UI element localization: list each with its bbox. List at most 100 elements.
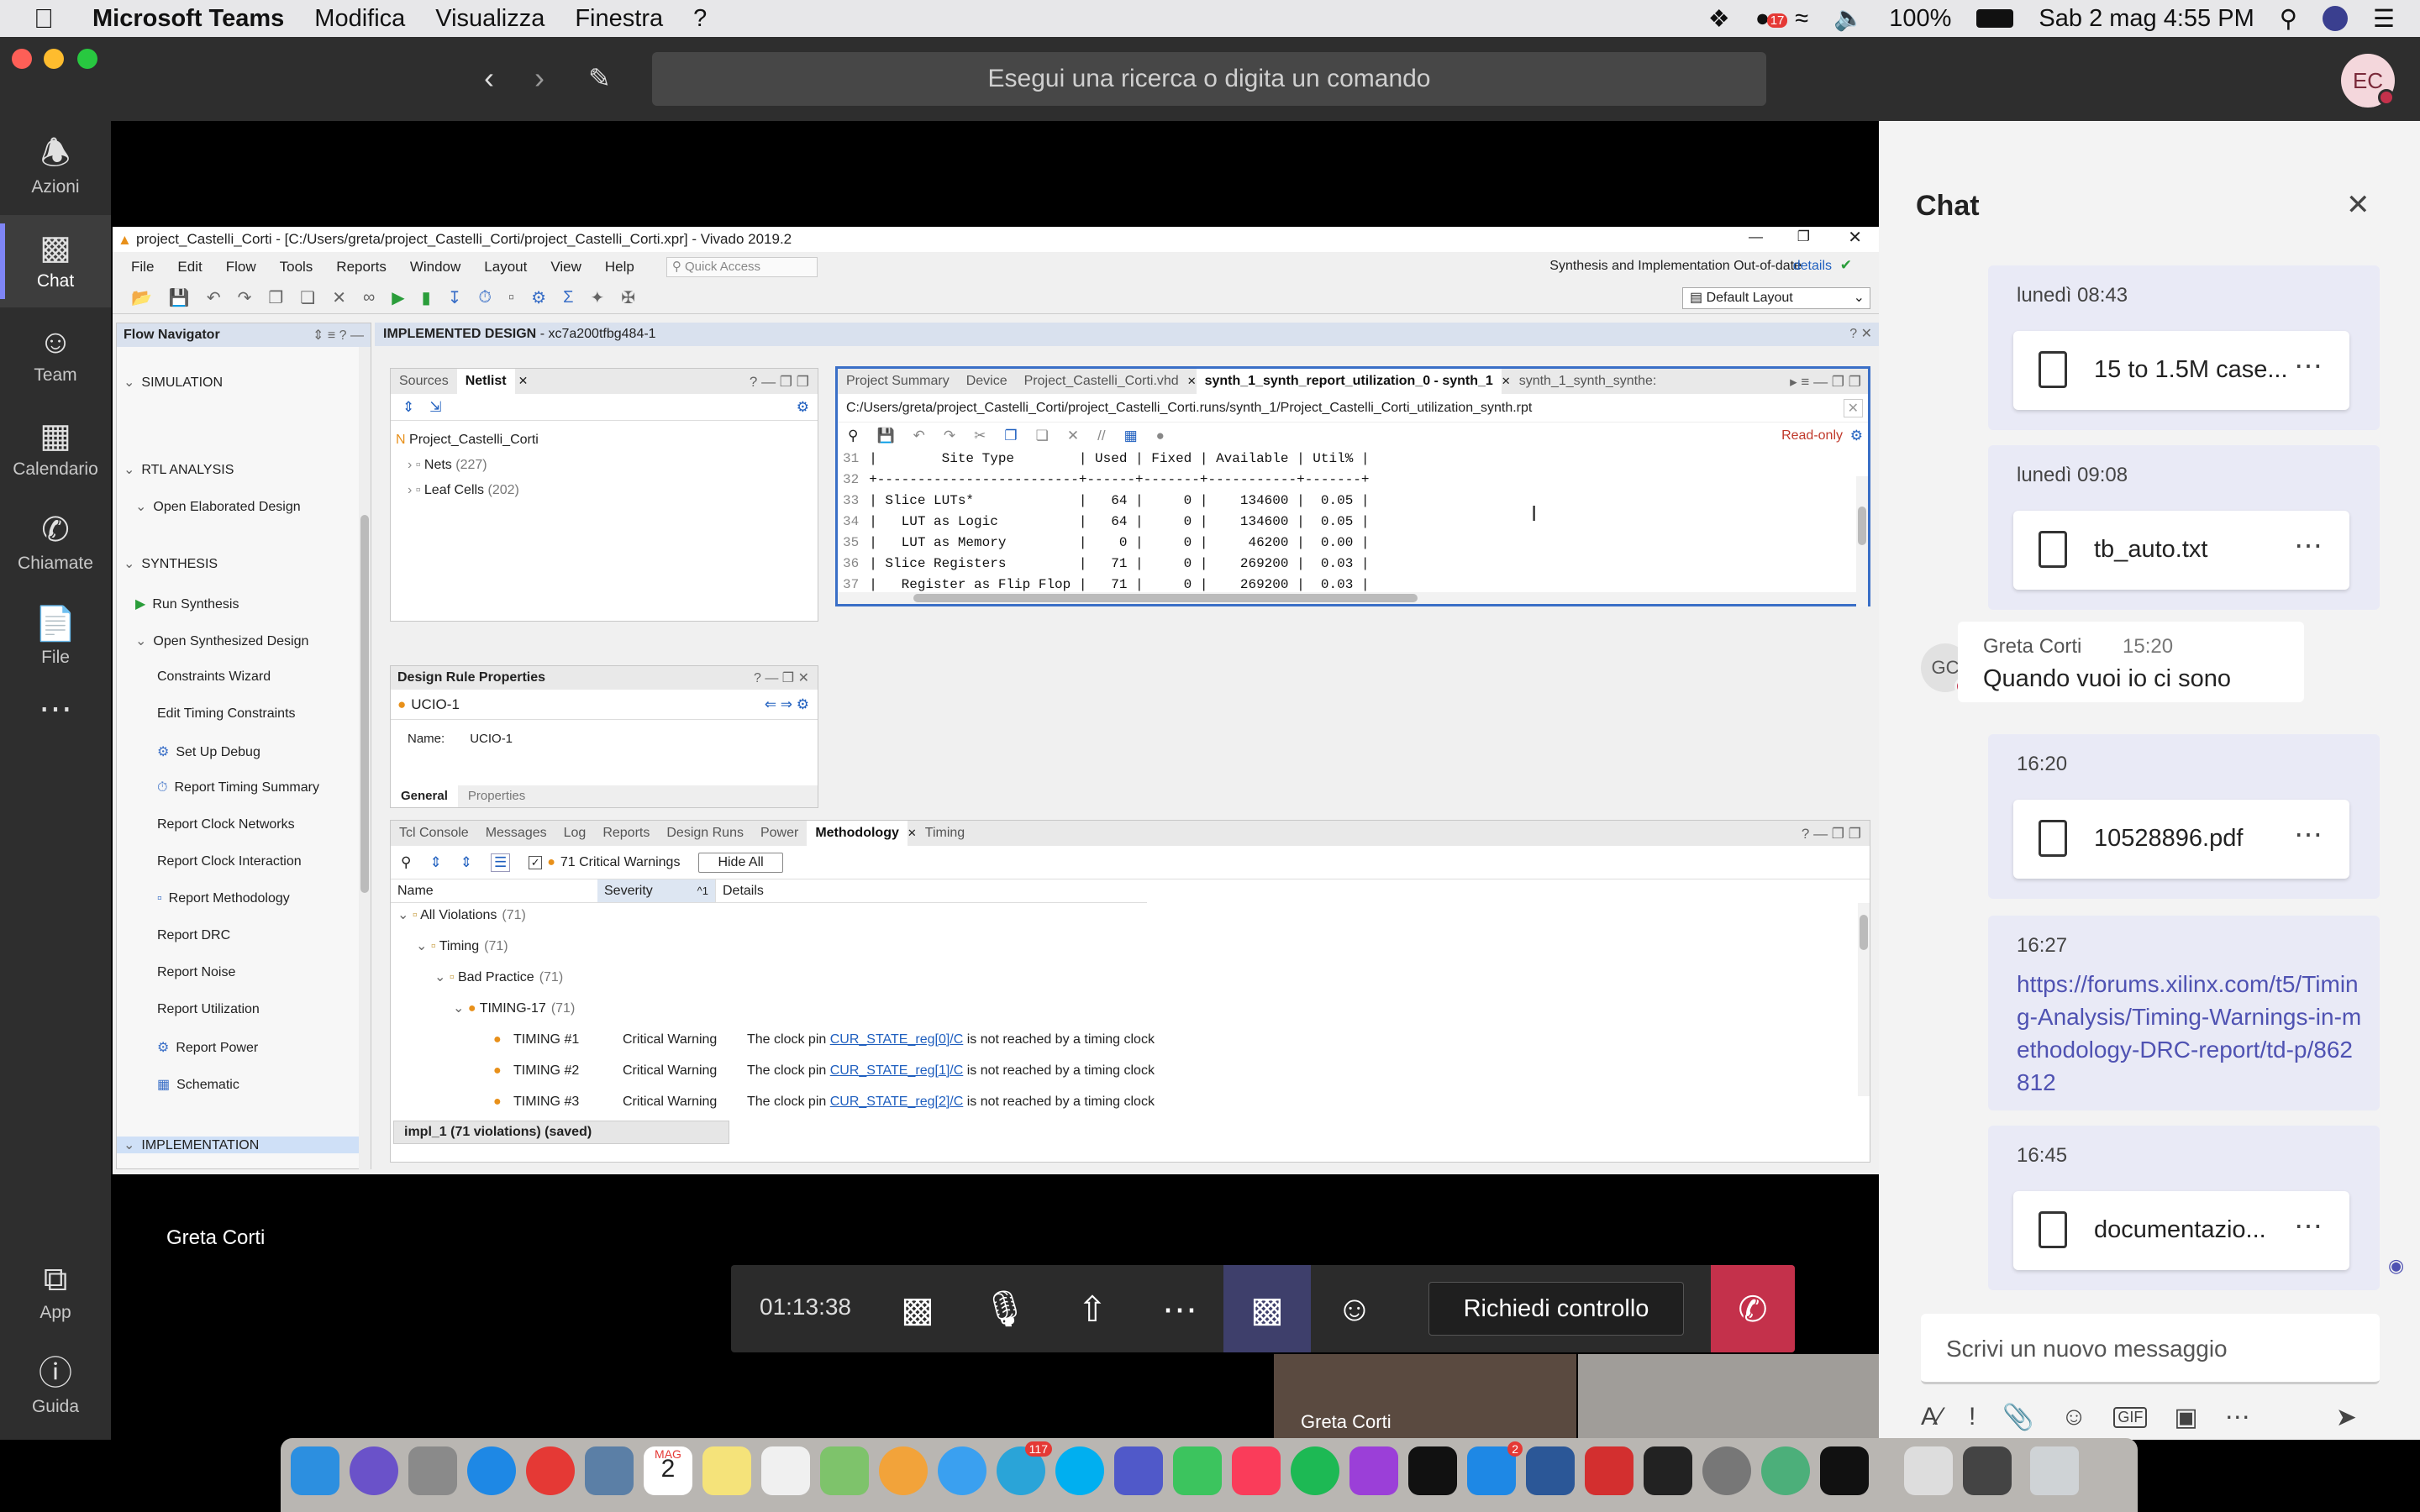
zoom-window-icon[interactable] — [77, 49, 97, 69]
impl-footer-tab[interactable]: impl_1 (71 violations) (saved) — [393, 1121, 729, 1144]
comment-icon[interactable]: // — [1097, 428, 1105, 444]
flow-nav-item[interactable]: ▫ Report Methodology — [157, 891, 290, 906]
undo-icon[interactable]: ↶ — [207, 287, 221, 308]
rail-guida[interactable]: ⓘ Guida — [0, 1341, 111, 1433]
chrome-icon[interactable] — [526, 1446, 575, 1495]
tab-sources[interactable]: Sources — [391, 369, 457, 394]
file-card[interactable]: 15 to 1.5M case... ⋯ — [2013, 331, 2349, 410]
menu-help[interactable]: Help — [605, 259, 634, 276]
siri-icon[interactable] — [350, 1446, 398, 1495]
run-icon[interactable]: ▶ — [392, 287, 404, 308]
cell-link[interactable]: CUR_STATE_reg[2]/C — [830, 1095, 964, 1109]
report-icon[interactable]: ▫ — [508, 288, 514, 307]
flow-nav-item[interactable]: ▶ Run Synthesis — [135, 596, 239, 612]
datetime[interactable]: Sab 2 mag 4:55 PM — [2039, 5, 2254, 33]
flow-nav-item[interactable]: ⌄ SYNTHESIS — [124, 555, 218, 572]
tab-properties[interactable]: Properties — [458, 785, 535, 807]
find-icon[interactable]: ⚲ — [848, 428, 858, 444]
chat-toggle-button[interactable]: ▩ — [1223, 1265, 1311, 1352]
expand-icon[interactable]: ⇲ — [429, 399, 441, 416]
editor-v-scrollbar[interactable] — [1856, 476, 1868, 607]
rail-chat[interactable]: ▩ Chat — [0, 215, 111, 307]
app-store-icon[interactable]: 2 — [1467, 1441, 1523, 1495]
save-icon[interactable]: 💾 — [169, 287, 190, 308]
flow-nav-item[interactable]: ⌄ RTL ANALYSIS — [124, 461, 234, 478]
menu-edit[interactable]: Edit — [177, 259, 202, 276]
editor-settings-icon[interactable]: ⚙ — [1850, 428, 1863, 444]
netlist-settings-icon[interactable]: ⚙ — [797, 399, 809, 416]
maps-icon[interactable] — [820, 1446, 869, 1495]
design-bar-close-icon[interactable]: ? ✕ — [1849, 323, 1872, 346]
send-icon[interactable]: ➤ — [2336, 1403, 2357, 1432]
block-icon[interactable]: ▦ — [1124, 428, 1138, 444]
tab-close-icon[interactable]: ✕ — [518, 374, 529, 387]
delete-icon[interactable]: ✕ — [332, 287, 346, 308]
tab-methodology[interactable]: Methodology — [807, 821, 908, 846]
control-center-icon[interactable]: ☰ — [2373, 4, 2395, 34]
panel-controls-icon[interactable]: ? — ❐ ❐ — [750, 374, 809, 391]
word-icon[interactable] — [1526, 1446, 1575, 1495]
bulb-icon[interactable]: ● — [1156, 428, 1165, 444]
violations-scrollbar[interactable] — [1858, 903, 1870, 1096]
netlist-nets[interactable]: › ▫ Nets (227) — [396, 453, 818, 478]
tab-device[interactable]: Device — [958, 369, 1016, 394]
flow-nav-item[interactable]: ⏱ Report Timing Summary — [157, 780, 319, 795]
report-text[interactable]: 31 | Site Type | Used | Fixed | Available… — [838, 449, 1868, 597]
self-video[interactable] — [1578, 1354, 1879, 1438]
violation-group[interactable]: ⌄ ▫ Timing (71) — [416, 937, 508, 954]
skype-icon[interactable] — [1055, 1446, 1104, 1495]
preview-icon[interactable] — [585, 1446, 634, 1495]
redo-icon[interactable]: ↷ — [238, 287, 252, 308]
cell-link[interactable]: CUR_STATE_reg[0]/C — [830, 1032, 964, 1047]
tab-project-summary[interactable]: Project Summary — [838, 369, 958, 394]
download-icon[interactable]: ↧ — [448, 287, 462, 308]
collapse-icon[interactable]: ⇕ — [402, 399, 414, 416]
file-more-icon[interactable]: ⋯ — [2294, 349, 2324, 383]
sticker-icon[interactable]: ▣ — [2174, 1403, 2197, 1432]
vivado-minimize-icon[interactable]: — — [1749, 228, 1763, 245]
compose-icon[interactable]: ✎ — [588, 62, 611, 94]
timer-icon[interactable]: ⏱ — [478, 288, 492, 307]
tab-general[interactable]: General — [391, 785, 458, 807]
finder-icon[interactable] — [291, 1446, 339, 1495]
messages-app-icon[interactable] — [938, 1446, 986, 1495]
sigma-icon[interactable]: Σ — [563, 288, 573, 307]
compose-input[interactable]: Scrivi un nuovo messaggio — [1921, 1314, 2380, 1384]
menu-window[interactable]: Window — [410, 259, 460, 276]
tab-close-icon[interactable]: ✕ — [1187, 375, 1197, 387]
flow-nav-item[interactable]: ⌄ IMPLEMENTATION — [117, 1137, 360, 1153]
emoji-icon[interactable]: ☺ — [2061, 1403, 2087, 1431]
mic-button[interactable]: 🎙 — [961, 1265, 1049, 1352]
tab-synth-report[interactable]: synth_1_synth_synthe: — [1511, 369, 1665, 394]
system-preferences-icon[interactable] — [1702, 1446, 1751, 1495]
cell-link[interactable]: CUR_STATE_reg[1]/C — [830, 1063, 964, 1078]
violation-group[interactable]: ⌄ ● TIMING-17 (71) — [453, 1000, 575, 1016]
menu-finestra[interactable]: Finestra — [575, 5, 663, 33]
drp-nav-icons[interactable]: ⇐ ⇒ ⚙ — [765, 696, 809, 713]
tab-netlist[interactable]: Netlist — [456, 369, 515, 394]
intellij-icon[interactable] — [1820, 1446, 1869, 1495]
trash-icon[interactable] — [2030, 1446, 2079, 1495]
vivado-close-icon[interactable]: ✕ — [1848, 227, 1862, 248]
rail-calendario[interactable]: ▦ Calendario — [0, 403, 111, 496]
undo-icon[interactable]: ↶ — [913, 428, 925, 444]
facetime-icon[interactable] — [1173, 1446, 1222, 1495]
file-more-icon[interactable]: ⋯ — [2294, 818, 2324, 852]
settings-icon[interactable]: ⚙ — [531, 287, 546, 308]
tab-log[interactable]: Log — [555, 821, 595, 846]
table-row[interactable]: ● TIMING #3 Critical Warning The clock pin … — [391, 1091, 1155, 1118]
hide-all-button[interactable]: Hide All — [698, 852, 783, 873]
screenshot-stack-icon[interactable] — [1963, 1446, 2012, 1495]
atom-icon[interactable] — [1761, 1446, 1810, 1495]
layout-select[interactable]: ▤ Default Layout ⌄ — [1682, 287, 1870, 309]
flow-nav-item[interactable]: ▶Run Implementation — [135, 1173, 273, 1174]
tab-messages[interactable]: Messages — [477, 821, 555, 846]
cut-icon[interactable]: ✂ — [974, 428, 986, 444]
participant-video-greta[interactable]: Greta Corti — [1274, 1354, 1576, 1438]
downloads-stack-icon[interactable] — [1904, 1446, 1953, 1495]
redo-icon[interactable]: ↷ — [944, 428, 955, 444]
flow-nav-item[interactable]: ▦ Schematic — [157, 1076, 239, 1093]
search-input[interactable]: Esegui una ricerca o digita un comando — [652, 52, 1766, 106]
collapse-icon[interactable]: ⇕ — [429, 854, 441, 871]
user-icon[interactable] — [2323, 6, 2348, 31]
